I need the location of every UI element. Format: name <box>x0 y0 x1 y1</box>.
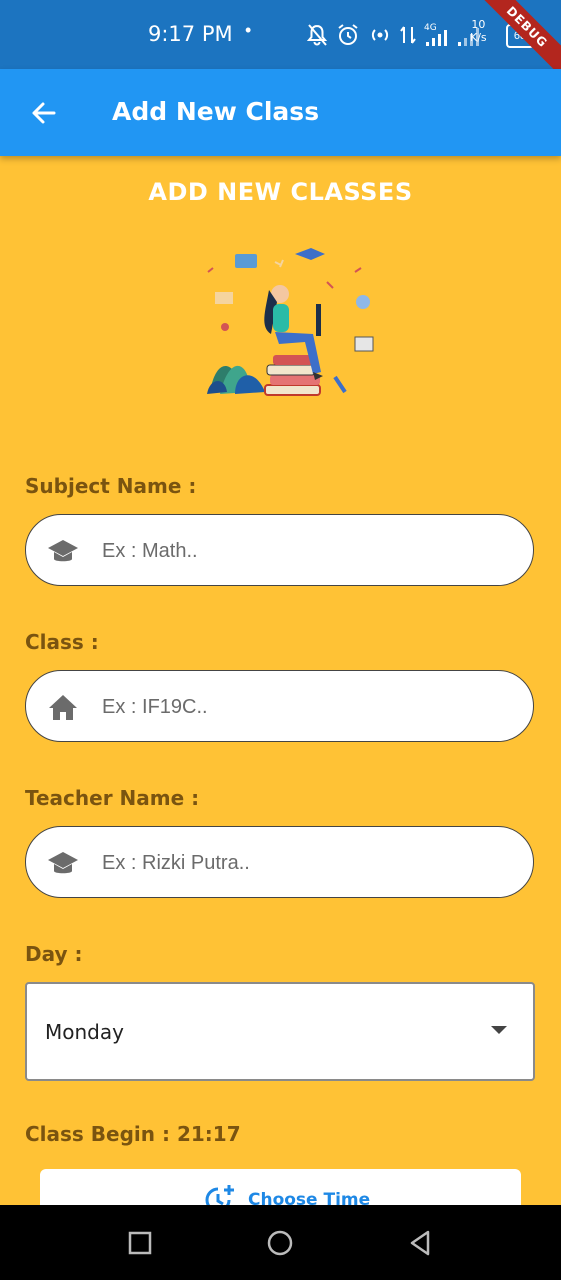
home-button-icon[interactable] <box>264 1227 296 1259</box>
system-navigation-bar <box>0 1205 561 1280</box>
class-label: Class : <box>25 630 99 654</box>
page-heading: ADD NEW CLASSES <box>148 178 413 206</box>
notifications-off-icon <box>306 24 328 46</box>
signal-4g-icon: 4G <box>424 23 447 46</box>
network-speed-value: 10 <box>471 18 486 31</box>
status-time: 9:17 PM <box>148 22 233 46</box>
status-icons: 4G <box>306 18 482 52</box>
back-button[interactable] <box>24 93 64 133</box>
subject-name-input[interactable] <box>100 533 504 569</box>
home-icon <box>49 695 77 720</box>
class-input[interactable] <box>100 689 504 725</box>
network-speed-unit: K/s <box>470 31 487 44</box>
network-speed: 10 K/s <box>470 18 487 44</box>
day-selected-value: Monday <box>45 1020 124 1044</box>
data-transfer-icon <box>400 26 416 44</box>
app-bar-title: Add New Class <box>112 97 320 126</box>
status-dot: • <box>245 20 252 40</box>
day-dropdown[interactable]: Monday <box>25 982 535 1081</box>
dropdown-caret-icon <box>491 1026 507 1034</box>
teacher-name-label: Teacher Name : <box>25 786 200 810</box>
subject-name-label: Subject Name : <box>25 474 197 498</box>
recent-apps-icon[interactable] <box>124 1227 156 1259</box>
class-field[interactable] <box>25 670 534 742</box>
hotspot-icon <box>371 29 389 41</box>
class-begin-label: Class Begin : 21:17 <box>25 1122 241 1146</box>
subject-name-field[interactable] <box>25 514 534 586</box>
graduation-cap-icon <box>48 540 78 562</box>
student-studying-illustration <box>195 242 395 407</box>
back-nav-icon[interactable] <box>404 1227 436 1259</box>
app-bar: Add New Class <box>0 69 561 156</box>
arrow-left-icon <box>32 102 56 124</box>
status-bar: 9:17 PM • 4G 10 K/s DEBUG <box>0 0 561 85</box>
graduation-cap-icon <box>48 852 78 874</box>
alarm-icon <box>338 24 358 45</box>
network-type-text: 4G <box>424 23 437 33</box>
teacher-name-field[interactable] <box>25 826 534 898</box>
day-label: Day : <box>25 942 83 966</box>
teacher-name-input[interactable] <box>100 845 504 881</box>
